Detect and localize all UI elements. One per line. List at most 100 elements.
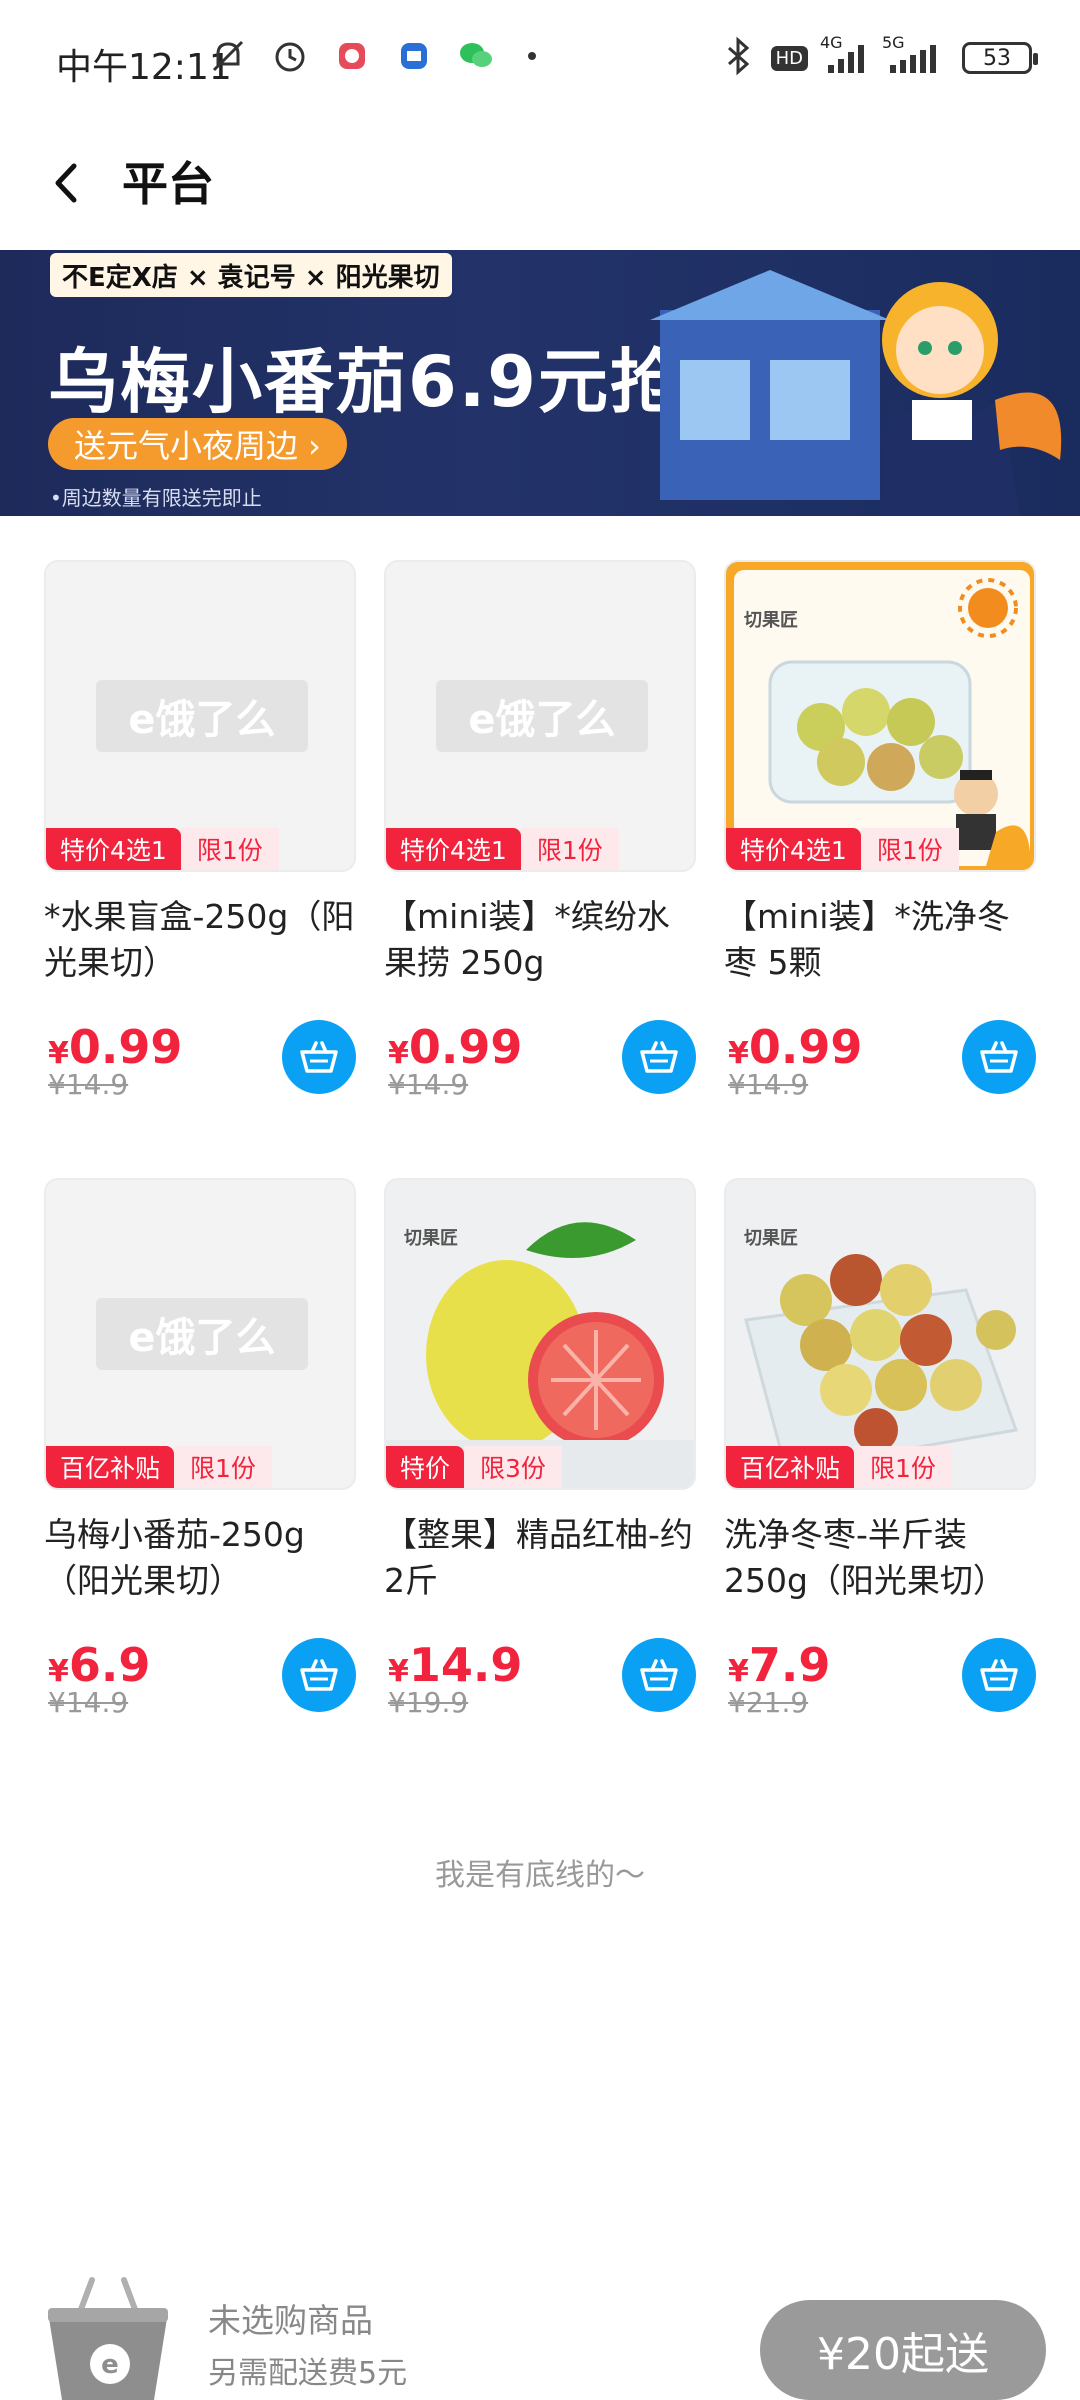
limit-tag: 限1份 xyxy=(180,828,279,870)
original-price: ¥14.9 xyxy=(48,1068,129,1101)
original-price: ¥21.9 xyxy=(728,1686,809,1719)
price-row: ¥6.9 ¥14.9 xyxy=(44,1638,356,1728)
banner-note: •周边数量有限送完即止 xyxy=(50,486,262,510)
currency-symbol: ¥ xyxy=(388,1654,409,1689)
product-tags: 特价4选1 限1份 xyxy=(726,828,959,870)
promo-tag: 特价4选1 xyxy=(386,828,521,870)
product-name: 【mini装】*缤纷水果捞 250g xyxy=(384,897,670,982)
page-title: 平台 xyxy=(122,157,214,211)
add-to-cart-button[interactable] xyxy=(962,1020,1036,1094)
price-row: ¥7.9 ¥21.9 xyxy=(724,1638,1036,1728)
svg-text:e: e xyxy=(101,2350,119,2380)
product-image[interactable]: 切果匠 特价4选1 限1份 xyxy=(724,560,1036,872)
signal-4g-icon: 4G xyxy=(820,33,870,75)
product-price: ¥14.9 xyxy=(388,1638,522,1692)
promo-tag: 特价4选1 xyxy=(726,828,861,870)
original-price: ¥14.9 xyxy=(388,1068,469,1101)
signal-5g-icon: 5G xyxy=(882,33,946,75)
delivery-fee-text: 另需配送费5元 xyxy=(208,2356,408,2391)
currency-symbol: ¥ xyxy=(728,1036,749,1071)
placeholder-logo: e饿了么 xyxy=(436,680,648,752)
status-time: 中午12:11 xyxy=(56,47,232,88)
product-tags: 特价4选1 限1份 xyxy=(46,828,279,870)
brand-mark: 切果匠 xyxy=(744,1228,798,1249)
banner-illustration xyxy=(650,270,1062,516)
product-tags: 特价4选1 限1份 xyxy=(386,828,619,870)
promo-tag: 百亿补贴 xyxy=(726,1446,855,1488)
net-label-5g: 5G xyxy=(882,33,905,52)
product-card[interactable]: e饿了么 百亿补贴 限1份 乌梅小番茄-250g（阳光果切） ¥6.9 ¥14.… xyxy=(44,1178,356,1728)
original-price: ¥14.9 xyxy=(48,1686,129,1719)
placeholder-logo-text: e饿了么 xyxy=(128,1315,276,1361)
product-card[interactable]: e饿了么 特价4选1 限1份 *水果盲盒-250g（阳光果切） ¥0.99 ¥1… xyxy=(44,560,356,1110)
price-value: 0.99 xyxy=(68,1020,183,1074)
add-to-cart-button[interactable] xyxy=(962,1638,1036,1712)
more-notifications-dot xyxy=(528,52,536,60)
promo-tag: 特价4选1 xyxy=(46,828,181,870)
price-row: ¥14.9 ¥19.9 xyxy=(384,1638,696,1728)
product-image[interactable]: e饿了么 百亿补贴 限1份 xyxy=(44,1178,356,1490)
back-button[interactable] xyxy=(36,146,106,216)
currency-symbol: ¥ xyxy=(388,1036,409,1071)
limit-tag: 限1份 xyxy=(174,1446,272,1488)
price-value: 6.9 xyxy=(68,1638,151,1692)
add-to-cart-button[interactable] xyxy=(622,1638,696,1712)
battery-icon: 53 xyxy=(962,42,1038,74)
product-card[interactable]: 切果匠 特价4选1 限1份 【mini装】*洗净冬枣 5颗 ¥0.99 ¥14.… xyxy=(724,560,1036,1110)
currency-symbol: ¥ xyxy=(48,1654,69,1689)
promo-banner[interactable]: 不E定X店 × 袁记号 × 阳光果切 乌梅小番茄6.9元抢 送元气小夜周边 › … xyxy=(0,250,1080,516)
original-price: ¥19.9 xyxy=(388,1686,469,1719)
product-price: ¥0.99 xyxy=(388,1020,522,1074)
cart-bar: e 未选购商品 另需配送费5元 ¥20起送 xyxy=(0,2250,1080,2400)
price-row: ¥0.99 ¥14.9 xyxy=(44,1020,356,1110)
product-price: ¥0.99 xyxy=(728,1020,862,1074)
price-row: ¥0.99 ¥14.9 xyxy=(724,1020,1036,1110)
min-order-button[interactable]: ¥20起送 xyxy=(760,2300,1046,2400)
add-to-cart-button[interactable] xyxy=(282,1020,356,1094)
product-name: 【整果】精品红柚-约2斤 xyxy=(384,1515,693,1600)
status-right-icons: HD 4G 5G 53 xyxy=(721,33,1038,80)
product-image[interactable]: e饿了么 特价4选1 限1份 xyxy=(44,560,356,872)
status-bar: 中午12:11 HD 4G 5G 53 xyxy=(0,0,1080,126)
brand-mark: 切果匠 xyxy=(744,610,798,631)
banner-cta[interactable]: 送元气小夜周边 › xyxy=(48,418,347,470)
chevron-left-icon xyxy=(55,163,77,203)
product-image[interactable]: 切果匠 特价 限3份 xyxy=(384,1178,696,1490)
basket-icon xyxy=(980,1041,1018,1073)
top-nav: 平台 xyxy=(0,126,1080,250)
product-tags: 百亿补贴 限1份 xyxy=(726,1446,952,1488)
promo-tag: 百亿补贴 xyxy=(46,1446,175,1488)
placeholder-logo-text: e饿了么 xyxy=(128,697,276,743)
status-left-icons xyxy=(208,36,536,76)
app-notification-icon-2 xyxy=(394,36,434,76)
basket-icon xyxy=(640,1659,678,1691)
product-card[interactable]: e饿了么 特价4选1 限1份 【mini装】*缤纷水果捞 250g ¥0.99 … xyxy=(384,560,696,1110)
placeholder-logo-text: e饿了么 xyxy=(468,697,616,743)
hd-icon: HD xyxy=(770,45,808,71)
basket-icon xyxy=(300,1659,338,1691)
price-value: 0.99 xyxy=(748,1020,863,1074)
product-price: ¥0.99 xyxy=(48,1020,182,1074)
product-tags: 特价 限3份 xyxy=(386,1446,562,1488)
price-row: ¥0.99 ¥14.9 xyxy=(384,1020,696,1110)
product-image[interactable]: 切果匠 百亿补贴 限1份 xyxy=(724,1178,1036,1490)
wechat-icon xyxy=(456,36,496,76)
add-to-cart-button[interactable] xyxy=(282,1638,356,1712)
basket-icon xyxy=(640,1041,678,1073)
product-card[interactable]: 切果匠 特价 限3份 【整果】精品红柚-约2斤 ¥14.9 ¥19.9 xyxy=(384,1178,696,1728)
product-price: ¥7.9 xyxy=(728,1638,830,1692)
price-value: 14.9 xyxy=(408,1638,523,1692)
banner-brands: 不E定X店 × 袁记号 × 阳光果切 xyxy=(50,253,452,297)
product-tags: 百亿补贴 限1份 xyxy=(46,1446,272,1488)
banner-title: 乌梅小番茄6.9元抢 xyxy=(48,341,683,423)
original-price: ¥14.9 xyxy=(728,1068,809,1101)
cart-basket-icon[interactable]: e xyxy=(40,2272,176,2400)
product-card[interactable]: 切果匠 百亿补贴 限1份 洗净冬枣-半斤装 250g（阳光果切） ¥7.9 ¥2… xyxy=(724,1178,1036,1728)
product-image[interactable]: e饿了么 特价4选1 限1份 xyxy=(384,560,696,872)
limit-tag: 限1份 xyxy=(860,828,959,870)
add-to-cart-button[interactable] xyxy=(622,1020,696,1094)
end-of-list-text: 我是有底线的～ xyxy=(435,1858,645,1893)
basket-icon xyxy=(300,1041,338,1073)
product-name: *水果盲盒-250g（阳光果切） xyxy=(44,897,355,982)
placeholder-logo: e饿了么 xyxy=(96,1298,308,1370)
